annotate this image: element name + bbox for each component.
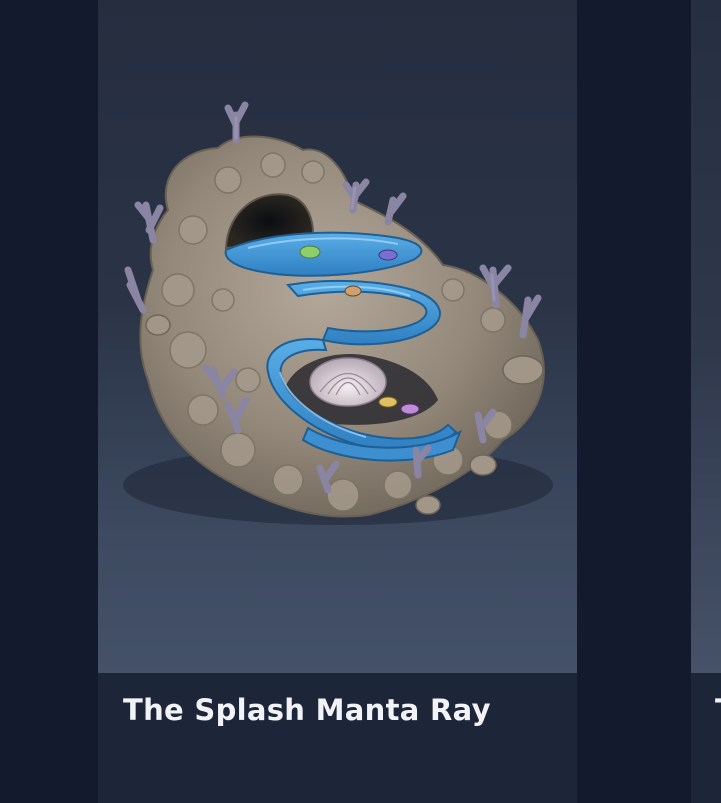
- coral-slide-illustration: [123, 101, 553, 525]
- next-product-caption: T: [691, 673, 721, 803]
- next-product-title[interactable]: T: [715, 693, 721, 727]
- product-card[interactable]: The Splash Manta Ray: [98, 0, 577, 803]
- product-caption: The Splash Manta Ray: [98, 673, 577, 803]
- next-product-image[interactable]: [691, 0, 721, 673]
- carousel: The Splash Manta Ray T: [0, 0, 721, 803]
- next-product-card[interactable]: T: [691, 0, 721, 803]
- product-title[interactable]: The Splash Manta Ray: [123, 693, 491, 727]
- product-image[interactable]: [98, 0, 577, 673]
